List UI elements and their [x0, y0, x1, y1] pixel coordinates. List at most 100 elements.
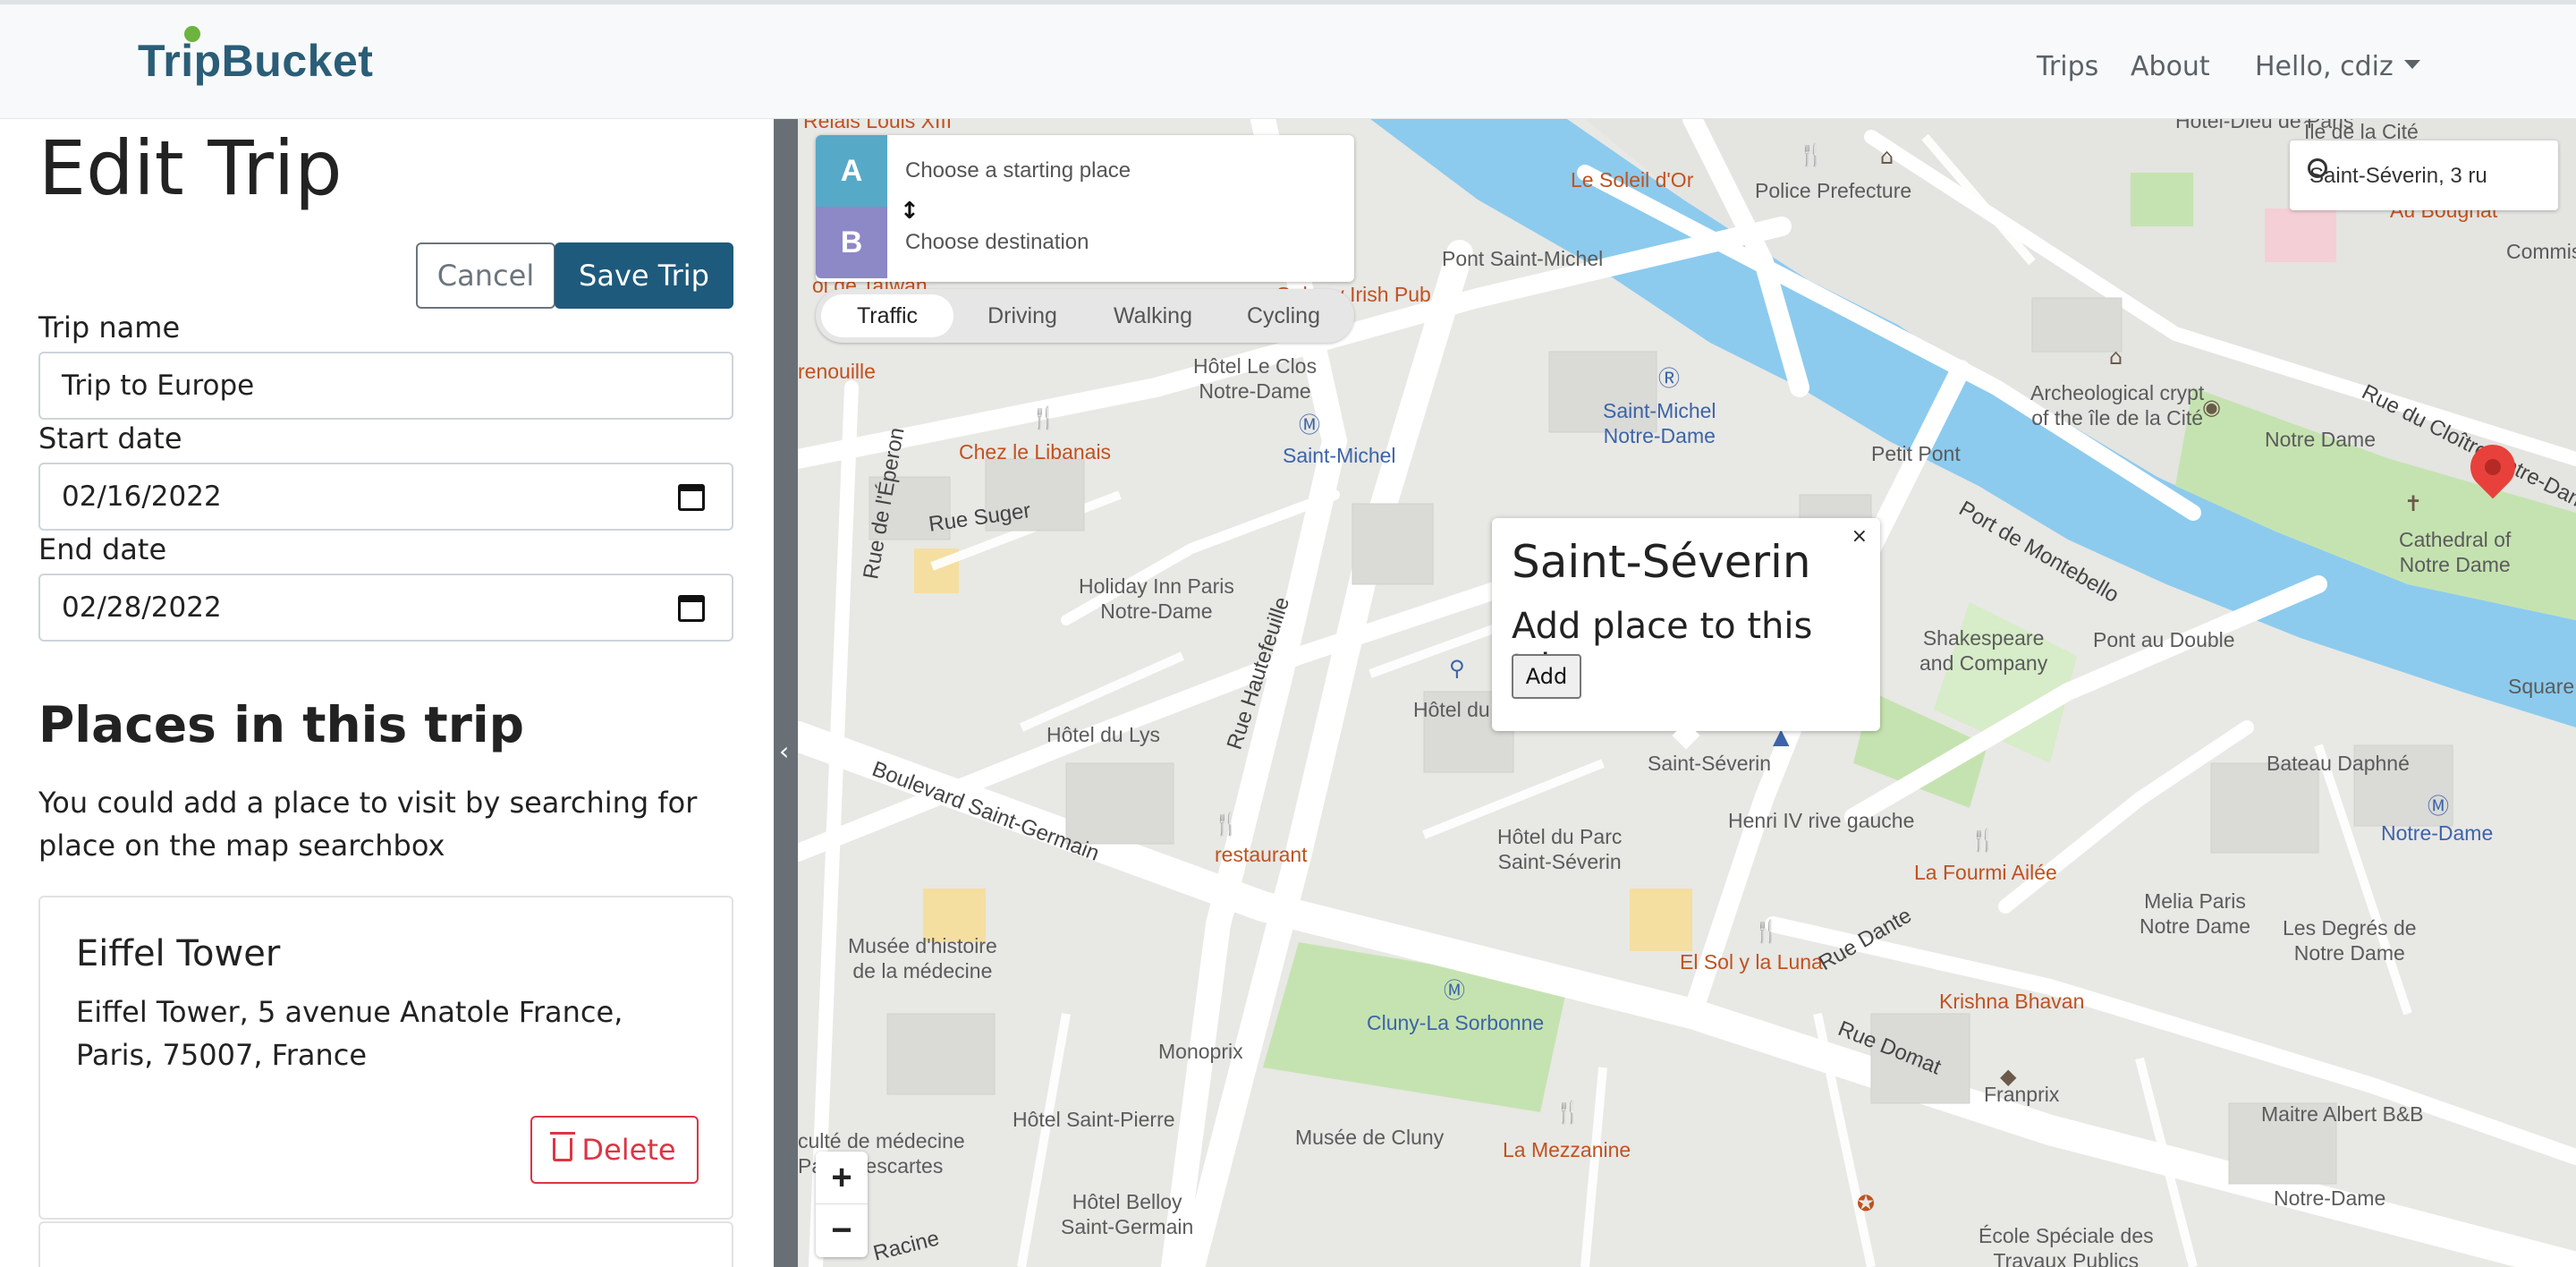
map-label: Cluny-La Sorbonne — [1367, 1011, 1545, 1034]
map-label: Pont Saint-Michel — [1442, 247, 1604, 270]
popup-place-name: Saint-Séverin — [1512, 536, 1811, 588]
delete-place-button[interactable]: Delete — [530, 1116, 699, 1184]
trip-name-input[interactable]: Trip to Europe — [38, 352, 733, 420]
monument-icon: ⌂ — [2109, 344, 2123, 370]
map-label: Notre-Dame — [2274, 1186, 2386, 1210]
map-label: Henri IV rive gauche — [1728, 809, 1915, 832]
zoom-in-button[interactable]: + — [816, 1152, 868, 1203]
place-card: Eiffel Tower Eiffel Tower, 5 avenue Anat… — [38, 896, 733, 1220]
zoom-out-button[interactable]: − — [816, 1204, 868, 1256]
search-value: Saint-Séverin, 3 ru — [2309, 164, 2487, 188]
map-label: Musée de Cluny — [1295, 1126, 1445, 1149]
metro-icon: Ⓜ — [1299, 412, 1320, 438]
brand-name: TripBucket — [138, 36, 374, 86]
map-label: Relais Louis XIII — [803, 119, 953, 132]
brand-logo[interactable]: TripBucket — [138, 26, 374, 87]
map-label: Pont au Double — [2093, 628, 2235, 651]
map-label: Police Prefecture — [1755, 179, 1912, 202]
user-menu-toggle[interactable]: Hello, cdiz — [2255, 51, 2420, 82]
page-title: Edit Trip — [38, 124, 343, 212]
edit-trip-panel: Edit Trip Cancel Save Trip Trip name Tri… — [0, 119, 774, 1267]
caret-down-icon — [2403, 59, 2420, 69]
map-label: Square Jea — [2508, 675, 2576, 698]
map-label: Monoprix — [1158, 1040, 1243, 1063]
nav-about-link[interactable]: About — [2131, 51, 2210, 82]
map-view[interactable]: Relais Louis XIII Île de la Cité Hôtel-D… — [798, 119, 2576, 1267]
map-label: Hôtel-Dieu de Paris — [2175, 119, 2354, 132]
logo-check-icon — [184, 26, 200, 42]
swap-arrows-icon[interactable]: ↕ — [900, 198, 919, 225]
map-label: Maitre Albert B&B — [2261, 1102, 2424, 1126]
map-label: Notre Dame — [2265, 428, 2376, 451]
church-icon: ✝ — [2404, 491, 2423, 516]
bike-icon: ⚲ — [1449, 656, 1465, 681]
start-date-label: Start date — [38, 421, 182, 455]
map-label: Melia Paris Notre Dame — [2140, 889, 2250, 938]
cart-icon: ◆ — [2000, 1064, 2017, 1089]
map-label: La Mezzanine — [1503, 1138, 1631, 1161]
places-section-title: Places in this trip — [38, 696, 525, 753]
start-place-input[interactable]: Choose a starting place — [905, 158, 1131, 183]
map-label: Hôtel Saint-Pierre — [1013, 1108, 1175, 1131]
map-label: Musée d'histoire de la médecine — [848, 934, 997, 982]
map-label: Hôtel du Lys — [1046, 723, 1160, 746]
map-label: Saint-Michel Notre-Dame — [1603, 399, 1716, 447]
mode-walking-tab[interactable]: Walking — [1088, 294, 1218, 337]
place-card-next — [38, 1221, 733, 1267]
map-label: Bateau Daphné — [2267, 752, 2410, 775]
map-label: Cathedral of Notre Dame — [2399, 528, 2512, 576]
calendar-icon[interactable] — [678, 595, 705, 622]
place-popup: × Saint-Séverin Add place to this trip A… — [1492, 518, 1880, 750]
destination-input[interactable]: Choose destination — [905, 230, 1089, 255]
museum-icon: ⌂ — [1880, 144, 1894, 169]
zoom-control: + − — [816, 1152, 868, 1257]
metro-icon: Ⓜ — [2428, 794, 2449, 819]
map-label: Hôtel Belloy Saint-Germain — [1061, 1190, 1194, 1238]
panel-resize-handle[interactable]: ‹ — [774, 119, 798, 1267]
rer-icon: Ⓡ — [1658, 366, 1680, 391]
add-place-button[interactable]: Add — [1512, 654, 1581, 699]
travel-mode-tabs: Traffic Driving Walking Cycling — [816, 289, 1354, 343]
places-description: You could add a place to visit by search… — [38, 786, 698, 863]
metro-icon: Ⓜ — [1444, 978, 1465, 1003]
delete-label: Delete — [581, 1133, 676, 1167]
mode-driving-tab[interactable]: Driving — [957, 294, 1088, 337]
map-label: Shakespeare and Company — [1919, 626, 2048, 675]
restaurant-icon: 🍴 — [1555, 1100, 1581, 1125]
map-label: La Fourmi Ailée — [1914, 861, 2057, 884]
restaurant-icon: 🍴 — [1970, 828, 1996, 853]
map-label: Hôtel du Parc Saint-Séverin — [1497, 825, 1623, 873]
map-label: Saint-Michel — [1283, 444, 1396, 467]
map-label: Franprix — [1984, 1083, 2060, 1106]
map-label: El Sol y la Luna — [1680, 950, 1823, 974]
map-label: Krishna Bhavan — [1939, 990, 2085, 1013]
calendar-icon[interactable] — [678, 484, 705, 511]
start-date-input[interactable]: 02/16/2022 — [38, 463, 733, 531]
mode-traffic-tab[interactable]: Traffic — [821, 294, 953, 337]
end-date-input[interactable]: 02/28/2022 — [38, 574, 733, 642]
start-marker-label: A — [816, 135, 887, 207]
map-label: Saint-Séverin — [1648, 752, 1772, 775]
nav-trips-link[interactable]: Trips — [2037, 51, 2098, 82]
mode-cycling-tab[interactable]: Cycling — [1218, 294, 1349, 337]
map-label: renouille — [798, 360, 876, 383]
collapse-chevron-icon[interactable]: ‹ — [779, 736, 789, 766]
navbar: TripBucket Trips About Hello, cdiz — [0, 4, 2576, 119]
map-label: Commis — [2506, 240, 2576, 263]
popup-close-button[interactable]: × — [1852, 525, 1868, 548]
map-label: École Spéciale des Travaux Publics — [1979, 1224, 2154, 1267]
map-label: Hôtel Le Clos Notre-Dame — [1193, 354, 1318, 403]
map-label: Les Degrés de Notre Dame — [2283, 916, 2417, 965]
map-label: Archeological crypt of the île de la Cit… — [2030, 381, 2205, 429]
cancel-button[interactable]: Cancel — [416, 242, 555, 309]
save-trip-button[interactable]: Save Trip — [555, 242, 733, 309]
map-label: Chez le Libanais — [959, 440, 1112, 463]
end-marker-label: B — [816, 207, 887, 278]
start-date-value: 02/16/2022 — [62, 480, 222, 513]
map-search-input[interactable]: Saint-Séverin, 3 ru — [2290, 140, 2558, 210]
trash-icon — [550, 1132, 576, 1161]
restaurant-icon: 🍴 — [1753, 919, 1780, 944]
user-greeting: Hello, cdiz — [2255, 51, 2394, 82]
restaurant-icon: 🍴 — [1798, 142, 1825, 167]
map-label: Notre-Dame — [2381, 821, 2494, 845]
